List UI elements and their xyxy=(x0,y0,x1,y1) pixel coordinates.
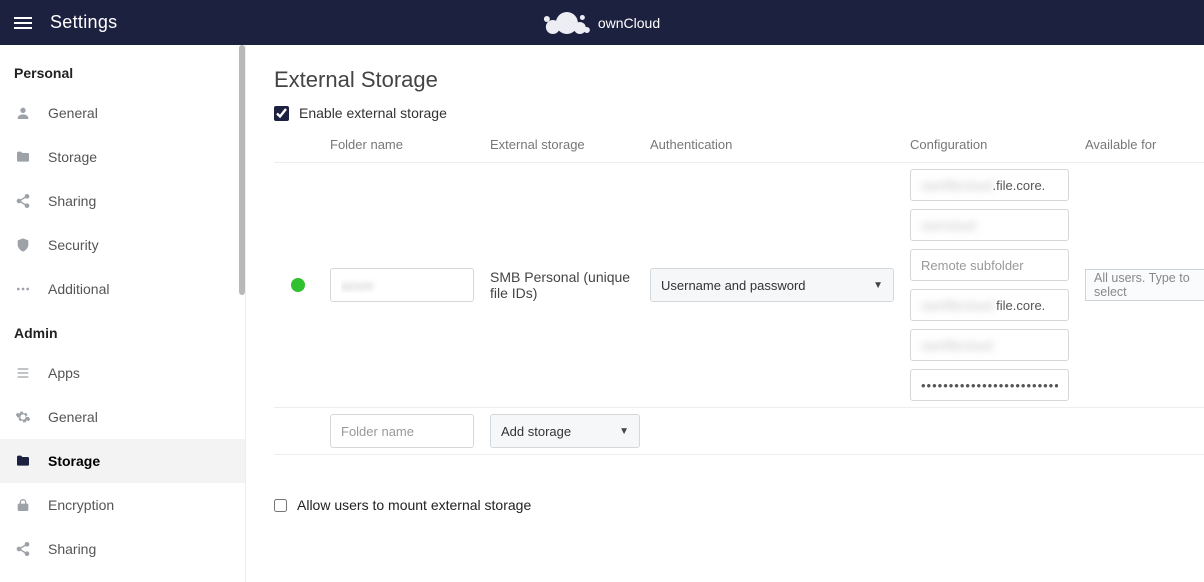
config-remote-subfolder-input[interactable] xyxy=(910,249,1069,281)
sidebar-item-personal-security[interactable]: Security xyxy=(0,223,245,267)
sidebar-item-personal-storage[interactable]: Storage xyxy=(0,135,245,179)
sidebar-item-label: General xyxy=(48,409,98,425)
share-icon xyxy=(14,541,32,557)
add-folder-name-input[interactable] xyxy=(330,414,474,448)
sidebar-item-admin-storage[interactable]: Storage xyxy=(0,439,245,483)
share-icon xyxy=(14,193,32,209)
brand: ownCloud xyxy=(544,10,660,36)
config-host-input[interactable]: ownfilecloud.file.core. xyxy=(910,169,1069,201)
sidebar-item-label: Storage xyxy=(48,149,97,165)
available-for-input[interactable]: All users. Type to select xyxy=(1085,269,1204,301)
lock-icon xyxy=(14,497,32,513)
dots-icon xyxy=(14,281,32,297)
sidebar-section-admin: Admin xyxy=(0,311,245,351)
available-for-placeholder: All users. Type to select xyxy=(1094,271,1204,299)
list-icon xyxy=(14,365,32,381)
gear-icon xyxy=(14,409,32,425)
config-password-input[interactable] xyxy=(910,369,1069,401)
brand-text: ownCloud xyxy=(598,15,660,31)
sidebar: Personal General Storage Sharing Securit… xyxy=(0,45,246,582)
status-ok-icon xyxy=(291,278,305,292)
shield-icon xyxy=(14,237,32,253)
sidebar-item-label: Additional xyxy=(48,281,110,297)
col-storage: External storage xyxy=(482,131,642,163)
auth-select-value: Username and password xyxy=(661,278,806,293)
sidebar-item-admin-apps[interactable]: Apps xyxy=(0,351,245,395)
sidebar-item-label: Security xyxy=(48,237,99,253)
sidebar-item-admin-encryption[interactable]: Encryption xyxy=(0,483,245,527)
sidebar-item-personal-sharing[interactable]: Sharing xyxy=(0,179,245,223)
config-username-input[interactable]: ownfilecloud xyxy=(910,329,1069,361)
sidebar-item-label: Encryption xyxy=(48,497,114,513)
folder-icon xyxy=(14,149,32,165)
col-auth: Authentication xyxy=(642,131,902,163)
enable-external-storage-label: Enable external storage xyxy=(299,105,447,121)
col-config: Configuration xyxy=(902,131,1077,163)
sidebar-item-label: General xyxy=(48,105,98,121)
sidebar-item-label: Storage xyxy=(48,453,100,469)
chevron-down-icon: ▼ xyxy=(873,280,883,291)
page-title: External Storage xyxy=(274,67,1204,93)
menu-toggle-icon[interactable] xyxy=(14,17,32,29)
mount-row: SMB Personal (unique file IDs) Username … xyxy=(274,163,1204,408)
enable-external-storage-checkbox[interactable] xyxy=(274,106,289,121)
sidebar-item-admin-general[interactable]: General xyxy=(0,395,245,439)
config-stack: ownfilecloud.file.core. owncloud ownfile… xyxy=(910,169,1069,401)
allow-user-mount-label: Allow users to mount external storage xyxy=(297,497,531,513)
content: External Storage Enable external storage… xyxy=(246,45,1204,582)
external-storage-table: Folder name External storage Authenticat… xyxy=(274,131,1204,455)
auth-select[interactable]: Username and password ▼ xyxy=(650,268,894,302)
sidebar-item-personal-general[interactable]: General xyxy=(0,91,245,135)
storage-type-label: SMB Personal (unique file IDs) xyxy=(482,163,642,408)
col-folder: Folder name xyxy=(322,131,482,163)
add-mount-row: Add storage ▼ xyxy=(274,408,1204,455)
folder-name-input[interactable] xyxy=(330,268,474,302)
sidebar-item-label: Sharing xyxy=(48,193,96,209)
sidebar-item-admin-sharing[interactable]: Sharing xyxy=(0,527,245,571)
col-avail: Available for xyxy=(1077,131,1204,163)
sidebar-item-personal-additional[interactable]: Additional xyxy=(0,267,245,311)
sidebar-item-label: Apps xyxy=(48,365,80,381)
user-icon xyxy=(14,105,32,121)
sidebar-section-personal: Personal xyxy=(0,51,245,91)
config-share-input[interactable]: owncloud xyxy=(910,209,1069,241)
add-storage-select[interactable]: Add storage ▼ xyxy=(490,414,640,448)
folder-icon xyxy=(14,453,32,469)
topbar: Settings ownCloud xyxy=(0,0,1204,45)
topbar-title: Settings xyxy=(50,12,117,33)
allow-user-mount-checkbox[interactable] xyxy=(274,499,287,512)
sidebar-item-label: Sharing xyxy=(48,541,96,557)
add-storage-select-label: Add storage xyxy=(501,424,571,439)
chevron-down-icon: ▼ xyxy=(619,426,629,437)
config-domain-input[interactable]: ownfilecloud.file.core. xyxy=(910,289,1069,321)
cloud-logo-icon xyxy=(544,10,590,36)
